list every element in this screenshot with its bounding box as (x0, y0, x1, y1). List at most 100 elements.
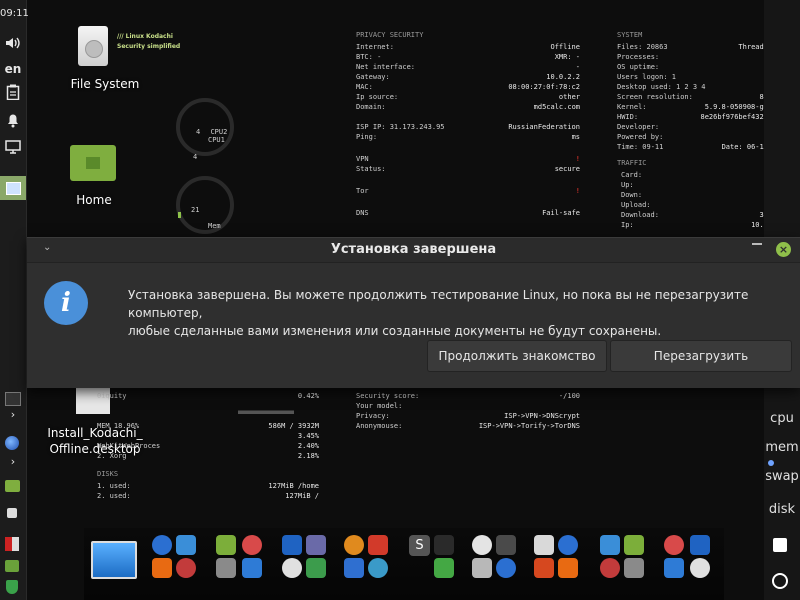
dock-app-icon[interactable] (600, 535, 620, 555)
privacy-key: Ip source: (356, 93, 399, 101)
dock-s-tile[interactable]: S (409, 535, 430, 556)
lock-icon[interactable] (773, 538, 787, 552)
dock-app-icon[interactable] (242, 535, 262, 555)
keyboard-layout[interactable]: en (0, 62, 26, 76)
disk-key: 1. used: (97, 482, 131, 490)
dock-app-icon[interactable] (690, 558, 710, 578)
disk-monitor-label[interactable]: disk (764, 502, 800, 517)
dock-app-icon[interactable] (242, 558, 262, 578)
security-value: ISP->VPN->DNScrypt (504, 412, 580, 420)
mem-monitor-label[interactable]: mem (764, 440, 800, 455)
dock-app-icon[interactable] (306, 535, 326, 555)
dock-app-icon[interactable] (496, 535, 516, 555)
dock-app-icon[interactable] (434, 535, 454, 555)
dock-app-icon[interactable] (496, 558, 516, 578)
shield-icon[interactable] (6, 580, 18, 594)
home-label[interactable]: Home (44, 193, 144, 207)
dock-app-icon[interactable] (472, 535, 492, 555)
dialog-titlebar[interactable]: ⌄ Установка завершена × (27, 238, 800, 263)
close-icon[interactable]: × (776, 242, 791, 257)
process-row: 3.45% (97, 431, 319, 441)
cpu-gauge (176, 98, 234, 156)
system-key: Processes: (617, 53, 660, 61)
system-key: Kernel: (617, 103, 647, 111)
display-icon[interactable] (0, 140, 26, 158)
dock-app-icon[interactable] (558, 535, 578, 555)
dock-app-icon[interactable] (282, 535, 302, 555)
process-value: 2.40% (297, 442, 319, 450)
file-system-label[interactable]: File System (50, 77, 160, 91)
file-system-icon[interactable] (78, 26, 108, 66)
home-folder-icon[interactable] (70, 145, 116, 181)
privacy-key: BTC: - (356, 53, 382, 61)
dock-app-icon[interactable] (558, 558, 578, 578)
window-icon (6, 182, 21, 195)
dock-app-icon[interactable] (624, 558, 644, 578)
cpu-label-1: CPU2 (210, 128, 228, 136)
dock-app-icon[interactable] (282, 558, 302, 578)
lower-cpu-value: 0.42% (297, 392, 319, 400)
system-key: Users logon: 1 (617, 73, 677, 81)
clock[interactable]: 09:11 (0, 8, 29, 19)
browser-icon[interactable] (5, 436, 19, 450)
green-app-icon[interactable] (5, 560, 19, 572)
vpn-flag: ! (575, 155, 580, 163)
restart-button[interactable]: Перезагрузить (610, 340, 792, 372)
continue-button[interactable]: Продолжить знакомство (427, 340, 607, 372)
status-value: secure (554, 165, 580, 173)
ping-row: Ping: ms (356, 132, 580, 142)
privacy-security-panel: PRIVACY SECURITY Internet: Offline BTC: - X… (356, 30, 580, 218)
mem-value: 21 (191, 206, 200, 214)
dock-app-icon[interactable] (152, 558, 172, 578)
pin-icon[interactable] (752, 243, 762, 253)
dock-app-icon[interactable] (534, 535, 554, 555)
dock-app-icon[interactable] (690, 535, 710, 555)
system-key: Developer: (617, 123, 660, 131)
dock-app-icon[interactable] (368, 535, 388, 555)
process-value: 3.45% (297, 432, 319, 440)
clipboard-icon[interactable] (0, 84, 26, 104)
privacy-row: Net interface: - (356, 62, 580, 72)
security-row: Anonymouse: ISP->VPN->Torify->TorDNS (356, 421, 580, 431)
grid-app-icon[interactable] (5, 537, 19, 551)
dock-app-icon[interactable] (600, 558, 620, 578)
dock-launcher-window[interactable] (91, 541, 137, 579)
dock-app-icon[interactable] (216, 535, 236, 555)
notifications-bell-icon[interactable] (0, 112, 26, 132)
security-score-panel: Security score: -/100 Your model: Privacy: I… (356, 391, 580, 431)
privacy-value: other (558, 93, 580, 101)
chevron-right-icon[interactable]: › (0, 408, 26, 421)
volume-icon[interactable] (0, 36, 26, 54)
disk-value: 127MiB /home (268, 482, 319, 490)
dock-app-icon[interactable] (344, 535, 364, 555)
lower-cpu-label: 0iquity (97, 392, 127, 400)
folder-icon[interactable] (5, 480, 20, 492)
lower-panel-icon-terminal[interactable] (5, 392, 21, 406)
chevron-right-icon[interactable]: › (0, 455, 26, 468)
system-key: HWID: (617, 113, 639, 121)
dock-app-icon[interactable] (624, 535, 644, 555)
dock-app-icon[interactable] (664, 558, 684, 578)
privacy-row: Internet: Offline (356, 42, 580, 52)
dns-value: Fail-safe (542, 209, 580, 217)
dock-app-icon[interactable] (176, 558, 196, 578)
dock-app-icon[interactable] (664, 535, 684, 555)
power-icon[interactable] (772, 573, 788, 589)
dock-app-icon[interactable] (434, 558, 454, 578)
disk-row: 2. used: 127MiB / (97, 491, 319, 501)
dock-app-icon[interactable] (216, 558, 236, 578)
dock-app-icon[interactable] (534, 558, 554, 578)
dock-app-icon[interactable] (368, 558, 388, 578)
active-window-button[interactable] (0, 176, 26, 200)
dialog-message-line1: Установка завершена. Вы можете продолжит… (128, 288, 749, 320)
cpu-monitor-label[interactable]: cpu (764, 411, 800, 426)
cpu-gauge-labels: 4 CPU2 CPU1 (196, 128, 227, 144)
bag-icon[interactable] (7, 508, 17, 518)
traffic-key: Down: (621, 191, 643, 199)
dock-app-icon[interactable] (344, 558, 364, 578)
dock-app-icon[interactable] (306, 558, 326, 578)
dock-app-icon[interactable] (152, 535, 172, 555)
dock-app-icon[interactable] (472, 558, 492, 578)
swap-monitor-label[interactable]: swap (764, 469, 800, 484)
dock-app-icon[interactable] (176, 535, 196, 555)
